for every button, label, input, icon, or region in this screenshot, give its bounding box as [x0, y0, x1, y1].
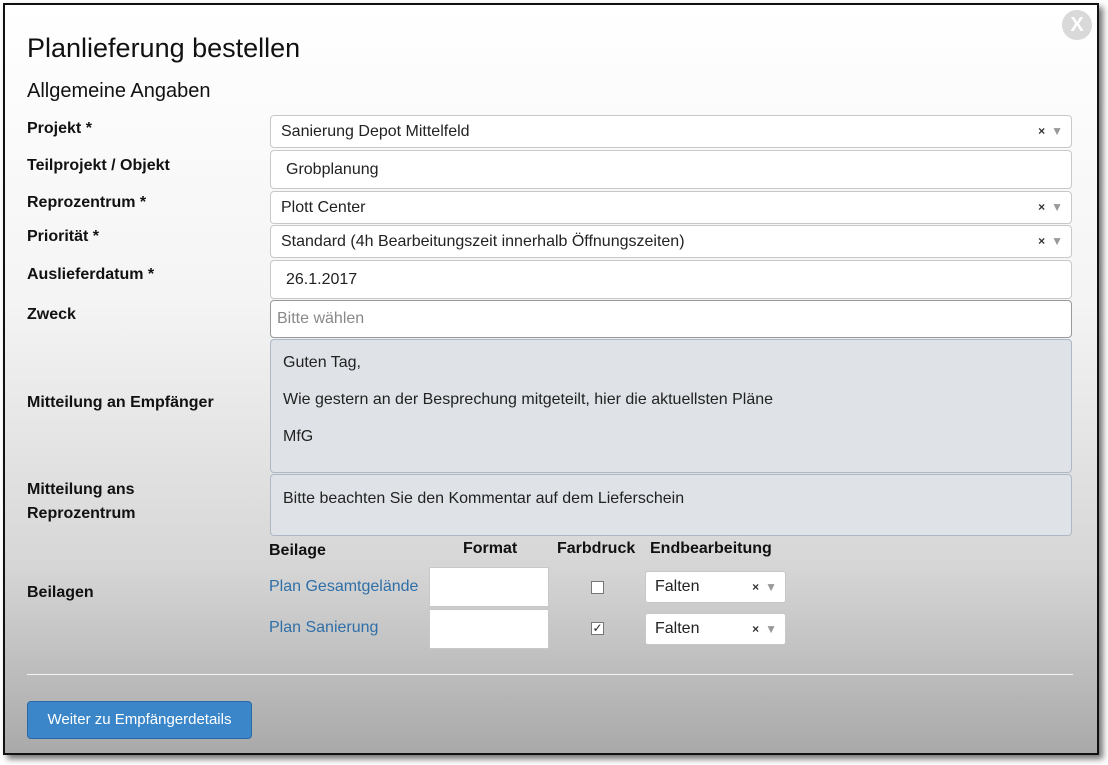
reprozentrum-value: Plott Center [281, 199, 366, 216]
teilprojekt-label: Teilprojekt / Objekt [27, 157, 170, 174]
prioritaet-select[interactable]: Standard (4h Bearbeitungszeit innerhalb … [270, 225, 1072, 258]
mitteilung-empfaenger-label: Mitteilung an Empfänger [27, 394, 214, 411]
select-controls: × ▼ [1038, 116, 1063, 147]
endbearbeitung-select[interactable]: Falten × ▼ [645, 571, 786, 603]
beilage-link[interactable]: Plan Sanierung [269, 619, 378, 637]
chevron-down-icon[interactable]: ▼ [1051, 234, 1063, 248]
farbdruck-checkbox[interactable] [591, 581, 604, 594]
prioritaet-value: Standard (4h Bearbeitungszeit innerhalb … [281, 233, 685, 250]
dialog-title: Planlieferung bestellen [27, 33, 301, 63]
reprozentrum-label: Reprozentrum * [27, 194, 147, 211]
message-line: Wie gestern an der Besprechung mitgeteil… [283, 391, 774, 408]
footer-divider [27, 674, 1073, 675]
beilagen-label: Beilagen [27, 584, 94, 601]
select-controls: × ▼ [1038, 192, 1063, 223]
farbdruck-checkbox[interactable]: ✓ [591, 622, 604, 635]
beilage-link[interactable]: Plan Gesamtgelände [269, 578, 418, 596]
clear-icon[interactable]: × [1038, 234, 1045, 248]
endbearbeitung-select[interactable]: Falten × ▼ [645, 613, 786, 645]
section-title: Allgemeine Angaben [27, 80, 211, 102]
header-farbdruck: Farbdruck [557, 540, 636, 557]
projekt-value: Sanierung Depot Mittelfeld [281, 123, 470, 140]
teilprojekt-field[interactable]: Grobplanung [270, 150, 1072, 189]
chevron-down-icon[interactable]: ▼ [1051, 200, 1063, 214]
header-format: Format [463, 540, 518, 557]
close-icon[interactable]: X [1062, 10, 1092, 40]
auslieferdatum-value: 26.1.2017 [286, 271, 358, 288]
chevron-down-icon[interactable]: ▼ [1051, 124, 1063, 138]
endbearbeitung-value: Falten [655, 578, 700, 595]
repro-message: Bitte beachten Sie den Kommentar auf dem… [283, 490, 685, 507]
projekt-select[interactable]: Sanierung Depot Mittelfeld × ▼ [270, 115, 1072, 148]
next-button[interactable]: Weiter zu Empfängerdetails [27, 701, 252, 739]
reprozentrum-select[interactable]: Plott Center × ▼ [270, 191, 1072, 224]
projekt-label: Projekt * [27, 120, 92, 137]
teilprojekt-value: Grobplanung [286, 161, 379, 178]
zweck-placeholder: Bitte wählen [277, 310, 365, 327]
select-controls: × ▼ [752, 572, 777, 602]
header-beilage: Beilage [269, 542, 326, 559]
clear-icon[interactable]: × [752, 622, 759, 636]
mitteilung-repro-label-2: Reprozentrum [27, 505, 136, 522]
zweck-label: Zweck [27, 306, 76, 323]
mitteilung-empfaenger-textarea[interactable]: Guten Tag, Wie gestern an der Besprechun… [270, 339, 1072, 473]
mitteilung-repro-label-1: Mitteilung ans [27, 481, 135, 498]
mitteilung-repro-textarea[interactable]: Bitte beachten Sie den Kommentar auf dem… [270, 474, 1072, 536]
order-dialog: X Planlieferung bestellen Allgemeine Ang… [3, 3, 1099, 755]
clear-icon[interactable]: × [1038, 124, 1045, 138]
clear-icon[interactable]: × [752, 580, 759, 594]
clear-icon[interactable]: × [1038, 200, 1045, 214]
select-controls: × ▼ [1038, 226, 1063, 257]
message-line: Guten Tag, [283, 354, 361, 371]
prioritaet-label: Priorität * [27, 228, 100, 245]
auslieferdatum-field[interactable]: 26.1.2017 [270, 260, 1072, 299]
format-input[interactable] [429, 609, 549, 649]
chevron-down-icon[interactable]: ▼ [765, 580, 777, 594]
format-input[interactable] [429, 567, 549, 607]
message-line: MfG [283, 428, 314, 445]
chevron-down-icon[interactable]: ▼ [765, 622, 777, 636]
select-controls: × ▼ [752, 614, 777, 644]
endbearbeitung-value: Falten [655, 620, 700, 637]
header-endbearbeitung: Endbearbeitung [650, 540, 772, 557]
auslieferdatum-label: Auslieferdatum * [27, 266, 155, 283]
zweck-select[interactable]: Bitte wählen [270, 300, 1072, 338]
